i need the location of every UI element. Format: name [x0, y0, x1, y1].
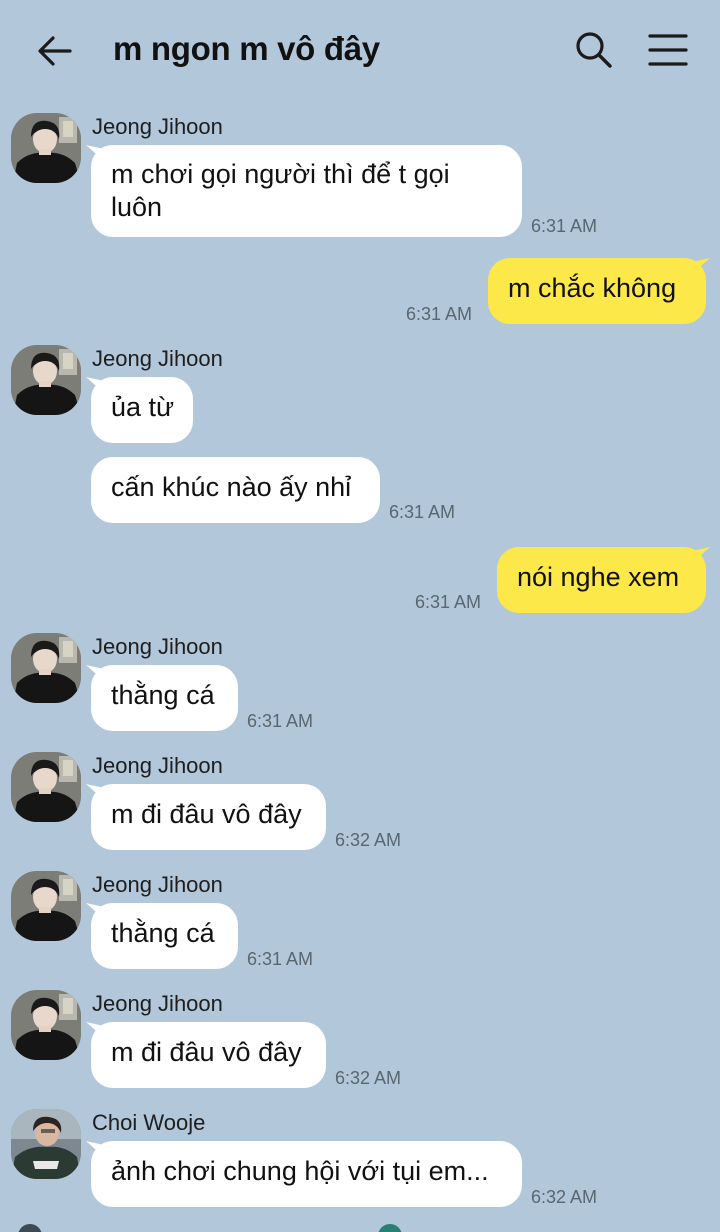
sender-name: Jeong Jihoon — [92, 753, 223, 778]
avatar[interactable] — [11, 871, 81, 941]
menu-icon[interactable] — [646, 30, 690, 70]
message-time: 6:31 AM — [531, 216, 598, 236]
message-time: 6:32 AM — [335, 1068, 402, 1088]
message-time: 6:32 AM — [531, 1187, 598, 1207]
bubble-tail — [692, 547, 710, 563]
avatar[interactable] — [11, 990, 81, 1060]
search-icon[interactable] — [572, 28, 616, 72]
message-time: 6:31 AM — [247, 949, 314, 969]
sender-name: Jeong Jihoon — [92, 634, 223, 659]
message-bubble-outgoing[interactable]: nói nghe xem — [497, 547, 706, 613]
chat-title: m ngon m vô đây — [113, 30, 380, 67]
message-bubble[interactable]: m đi đâu vô đây — [91, 1022, 326, 1088]
message-bubble-outgoing[interactable]: m chắc không — [488, 258, 706, 324]
chat-header: m ngon m vô đây — [0, 0, 720, 100]
back-arrow-icon[interactable] — [32, 28, 78, 74]
message-time: 6:31 AM — [406, 304, 473, 324]
sender-name: Jeong Jihoon — [92, 346, 223, 371]
bubble-tail — [692, 258, 710, 274]
message-time: 6:31 AM — [389, 502, 456, 522]
avatar[interactable] — [11, 113, 81, 183]
avatar[interactable] — [11, 633, 81, 703]
avatar[interactable] — [11, 345, 81, 415]
message-bubble[interactable]: ảnh chơi chung hội với tụi em... — [91, 1141, 522, 1207]
sender-name: Jeong Jihoon — [92, 114, 223, 139]
sender-name: Choi Wooje — [92, 1110, 206, 1135]
message-bubble[interactable]: m chơi gọi người thì để t gọi luôn — [91, 145, 522, 237]
sender-name: Jeong Jihoon — [92, 872, 223, 897]
avatar[interactable] — [11, 1109, 81, 1179]
message-time: 6:32 AM — [335, 830, 402, 850]
input-bar-edge — [18, 1224, 402, 1232]
message-bubble[interactable]: thằng cá — [91, 665, 238, 731]
message-time: 6:31 AM — [247, 711, 314, 731]
message-bubble[interactable]: ủa từ — [91, 377, 193, 443]
message-bubble[interactable]: cấn khúc nào ấy nhỉ — [91, 457, 380, 523]
sender-name: Jeong Jihoon — [92, 991, 223, 1016]
avatar[interactable] — [11, 752, 81, 822]
message-bubble[interactable]: m đi đâu vô đây — [91, 784, 326, 850]
message-bubble[interactable]: thằng cá — [91, 903, 238, 969]
message-time: 6:31 AM — [415, 592, 482, 612]
